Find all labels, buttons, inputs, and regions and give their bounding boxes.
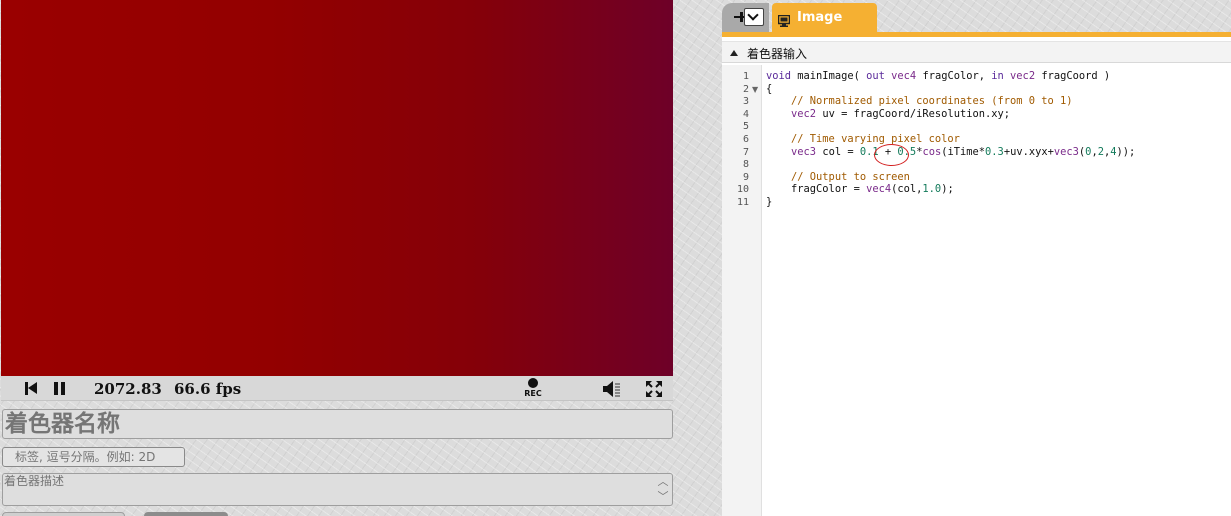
code-token: in (991, 70, 1004, 82)
monitor-icon (777, 12, 791, 27)
collapse-triangle-icon[interactable] (730, 50, 738, 56)
rewind-icon[interactable] (25, 382, 39, 396)
code-token: cos (922, 145, 942, 158)
add-tab-icon (734, 11, 744, 23)
code-token: mainImage( (791, 70, 867, 82)
shader-viewport[interactable] (1, 0, 673, 376)
chevron-down-icon (747, 9, 759, 21)
fold-arrow-icon[interactable]: ▼ (752, 83, 758, 96)
line-number: 3 (742, 96, 749, 108)
code-token: vec4 (866, 183, 892, 196)
code-line[interactable]: void mainImage( out vec4 fragColor, in v… (766, 70, 1110, 83)
line-number: 6 (742, 134, 749, 145)
line-number-gutter: 1 2 3 4 5 6 7 8 9 10 11 ▼ (722, 65, 762, 516)
line-number: 8 (742, 159, 749, 171)
code-token: col = (816, 145, 860, 158)
record-button[interactable]: REC (521, 377, 545, 400)
code-editor[interactable]: 着色器输入 1 2 3 4 5 6 7 8 9 10 11 ▼ void mainImage( out… (722, 37, 1231, 516)
code-line[interactable]: fragColor = vec4(col,1.0); (766, 183, 954, 196)
code-token: vec3 (791, 145, 817, 158)
code-line[interactable]: // Normalized pixel coordinates (from 0 … (766, 95, 1073, 108)
line-number: 2 (742, 83, 749, 95)
record-icon (528, 378, 538, 388)
code-token: fragColor, (916, 70, 992, 82)
add-tab-dropdown[interactable] (722, 3, 769, 32)
code-token: { (766, 82, 773, 95)
volume-icon[interactable] (602, 380, 622, 398)
shader-inputs-label: 着色器输入 (747, 47, 808, 61)
tags-input[interactable] (2, 447, 185, 467)
code-token: vec2 (1010, 70, 1036, 82)
line-number: 11 (736, 197, 749, 208)
code-token: uv = fragCoord/iResolution.xy; (816, 107, 1010, 120)
line-number: 10 (736, 184, 749, 196)
code-token: vec2 (791, 107, 817, 120)
line-number: 5 (742, 121, 749, 133)
tab-image[interactable]: Image (772, 3, 877, 32)
line-number: 1 (742, 71, 749, 82)
code-line[interactable]: vec2 uv = fragCoord/iResolution.xy; (766, 108, 1010, 121)
annotation-circle (874, 144, 909, 166)
code-token: vec3 (1053, 145, 1079, 158)
code-token: fragCoord ) (1035, 70, 1111, 82)
bottom-button-right[interactable] (144, 512, 228, 516)
code-token: // Normalized pixel coordinates (from 0 … (766, 95, 1073, 108)
code-token: ); (941, 183, 954, 196)
code-line[interactable]: } (766, 196, 772, 209)
code-token: (col, (891, 183, 923, 196)
code-token: 1.0 (922, 183, 942, 196)
code-token: out (866, 70, 885, 82)
tab-select[interactable] (744, 8, 764, 26)
code-line[interactable]: // Output to screen (766, 171, 910, 184)
shader-name-input[interactable] (2, 409, 673, 439)
code-token: fragColor = (766, 183, 867, 196)
code-line[interactable]: // Time varying pixel color (766, 133, 960, 146)
code-token: // Output to screen (766, 170, 910, 183)
playback-bar: 2072.83 66.6 fps REC (1, 376, 673, 401)
code-token: 0.3 (985, 145, 1004, 158)
time-readout: 2072.83 (94, 380, 162, 398)
tab-image-label: Image (797, 10, 843, 25)
fps-readout: 66.6 fps (174, 380, 242, 398)
code-token: )); (1116, 145, 1136, 158)
scroll-up-icon[interactable]: ︿ (656, 475, 670, 489)
code-token: // Time varying pixel color (766, 133, 960, 145)
line-number: 7 (742, 146, 749, 158)
line-number: 9 (742, 171, 749, 183)
code-line[interactable]: vec3 col = 0.1 + 0.5*cos(iTime*0.3+uv.xy… (766, 146, 1135, 159)
code-token: } (766, 196, 773, 208)
code-token: void (766, 70, 792, 82)
bottom-button-left[interactable] (2, 512, 125, 516)
record-label: REC (524, 389, 542, 398)
fullscreen-icon[interactable] (646, 381, 662, 397)
code-line[interactable]: { (766, 83, 772, 96)
description-textarea[interactable] (2, 473, 673, 506)
pause-icon[interactable] (54, 382, 66, 395)
scroll-down-icon[interactable]: ﹀ (656, 490, 670, 504)
code-token: +uv.xyx+ (1003, 145, 1054, 158)
code-token: (iTime* (941, 145, 986, 158)
line-number: 4 (742, 108, 749, 120)
shader-inputs-header[interactable]: 着色器输入 (722, 41, 1231, 63)
code-token: vec4 (891, 70, 917, 82)
description-scrollbar[interactable]: ︿ ﹀ (655, 475, 671, 504)
